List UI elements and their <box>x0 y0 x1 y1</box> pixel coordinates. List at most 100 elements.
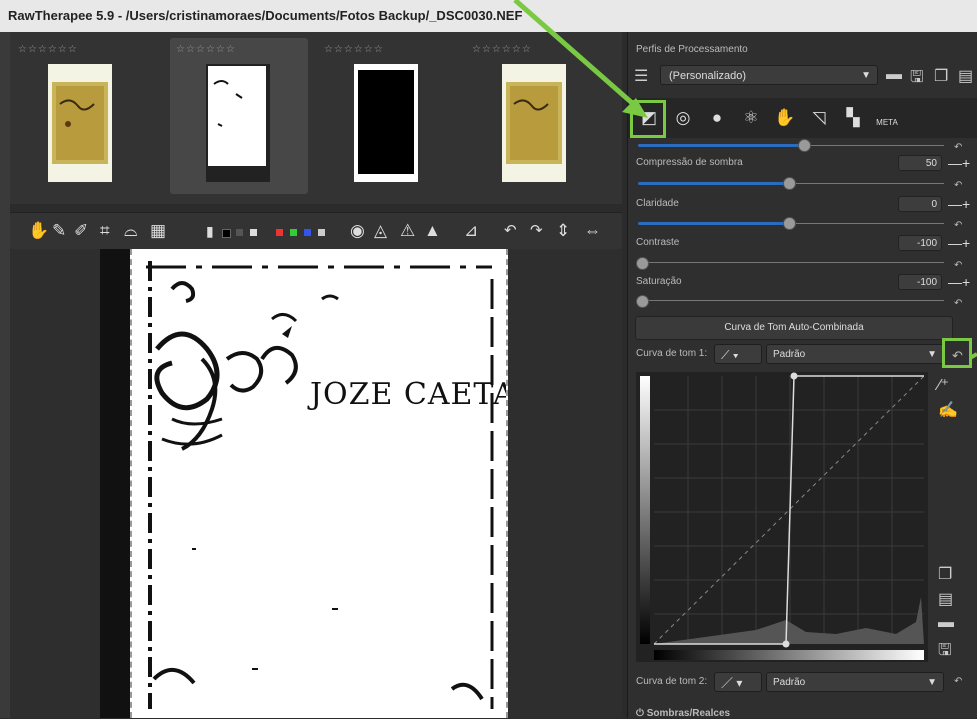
clarity-value[interactable]: 0 <box>898 196 942 212</box>
local-adjustments-tab-icon[interactable]: ✋ <box>772 106 798 130</box>
reset-icon[interactable]: ↶ <box>954 220 962 231</box>
luminosity-swatch[interactable] <box>318 229 325 236</box>
chevron-down-icon: ▼ <box>927 677 937 688</box>
chevron-down-icon: ▼ <box>861 70 871 81</box>
shadow-compression-slider[interactable] <box>638 182 788 185</box>
reset-icon[interactable]: ↶ <box>954 260 962 271</box>
slider-knob[interactable] <box>636 257 649 270</box>
edit-node-icon[interactable]: ⁄⁺ <box>938 375 949 395</box>
blue-channel-swatch[interactable] <box>304 229 311 236</box>
raw-tab-icon[interactable]: ▚ <box>840 106 866 130</box>
focus-mask-icon[interactable]: ◉ <box>350 221 365 241</box>
highlight-box-exposure-tab <box>630 100 666 138</box>
crop-icon[interactable]: ⌗ <box>100 221 110 241</box>
stepper-icon[interactable]: ―+ <box>948 274 970 290</box>
contrast-value[interactable]: -100 <box>898 235 942 251</box>
background-white-swatch[interactable] <box>250 229 257 236</box>
paste-curve-icon[interactable]: ▤ <box>938 589 953 609</box>
stepper-icon[interactable]: ―+ <box>948 196 970 212</box>
curve2-mode-select[interactable]: ／ ▾ <box>714 672 762 692</box>
slider-rest <box>804 145 944 146</box>
rating-stars[interactable]: ☆☆☆☆☆☆ <box>472 44 532 55</box>
viewer-side-area <box>100 249 130 718</box>
slider-rest <box>788 223 944 224</box>
stepper-icon[interactable]: ―+ <box>948 155 970 171</box>
slider-label: Claridade <box>636 198 679 209</box>
clarity-slider[interactable] <box>638 222 788 225</box>
image-viewer[interactable]: JOZE CAETANO <box>10 249 622 718</box>
background-gray-swatch[interactable] <box>236 229 243 236</box>
thumbnail[interactable]: ☆☆☆☆☆☆ <box>318 38 456 194</box>
saturation-slider[interactable] <box>638 300 944 301</box>
flip-vertical-icon[interactable]: ⇕ <box>556 221 570 241</box>
color-picker-icon[interactable]: ✎ <box>52 221 66 241</box>
saturation-value[interactable]: -100 <box>898 274 942 290</box>
open-profile-icon[interactable]: ▬ <box>886 66 902 84</box>
curve1-type-select[interactable]: Padrão ▼ <box>766 344 944 364</box>
thumbnail-image <box>206 64 270 182</box>
slider-label: Saturação <box>636 276 682 287</box>
green-channel-swatch[interactable] <box>290 229 297 236</box>
slider-knob[interactable] <box>783 177 796 190</box>
curve1-type-value: Padrão <box>773 349 806 360</box>
shadows-highlights-section[interactable]: ⏻ Sombras/Realces <box>636 708 730 719</box>
advanced-tab-icon[interactable]: ⚛ <box>738 106 764 130</box>
highlight-clipping-warning-icon[interactable]: ▲ <box>424 221 441 241</box>
rating-stars[interactable]: ☆☆☆☆☆☆ <box>18 44 78 55</box>
straighten-icon[interactable]: ⌓ <box>124 221 137 241</box>
copy-profile-icon[interactable]: ❐ <box>934 66 948 86</box>
rotate-right-icon[interactable]: ↷ <box>530 221 543 241</box>
save-curve-icon[interactable]: 🖫 <box>938 639 952 666</box>
copy-curve-icon[interactable]: ❐ <box>938 564 952 584</box>
perspective-icon[interactable]: ▦ <box>150 221 166 241</box>
slider-knob[interactable] <box>636 295 649 308</box>
curve2-label: Curva de tom 2: <box>636 676 708 687</box>
thumbnail[interactable]: ☆☆☆☆☆☆ <box>466 38 604 194</box>
tone-curve-editor[interactable] <box>636 372 928 662</box>
thumbnail-image <box>502 64 566 182</box>
rating-stars[interactable]: ☆☆☆☆☆☆ <box>324 44 384 55</box>
stepper-icon[interactable]: ―+ <box>948 235 970 251</box>
chevron-down-icon: ▼ <box>927 349 937 360</box>
processing-profile-select[interactable]: (Personalizado) ▼ <box>660 65 878 85</box>
filmstrip: ☆☆☆☆☆☆ ☆☆☆☆☆☆ ☆☆☆☆☆☆ ☆☆☆☆☆☆ <box>10 32 622 233</box>
detail-tab-icon[interactable]: ◎ <box>670 106 696 130</box>
before-after-icon[interactable]: ⊿ <box>464 221 478 241</box>
save-profile-icon[interactable]: 🖫 <box>910 66 924 93</box>
hand-tool-icon[interactable]: ✋ <box>28 221 49 241</box>
flip-horizontal-icon[interactable]: ⇔ <box>584 221 601 241</box>
thumbnail-image <box>48 64 112 182</box>
reset-icon[interactable]: ↶ <box>954 142 962 153</box>
slider-track[interactable] <box>638 144 804 147</box>
color-tab-icon[interactable]: ● <box>704 106 730 130</box>
rotate-left-icon[interactable]: ↶ <box>504 221 517 241</box>
metadata-tab-icon[interactable]: META <box>874 106 900 130</box>
shadows-highlights-label: Sombras/Realces <box>646 708 731 719</box>
reset-icon[interactable]: ↶ <box>954 676 962 687</box>
white-balance-picker-icon[interactable]: ✐ <box>74 221 88 241</box>
auto-matched-curve-button[interactable]: Curva de Tom Auto-Combinada <box>635 316 953 340</box>
rating-stars[interactable]: ☆☆☆☆☆☆ <box>176 44 236 55</box>
load-curve-icon[interactable]: ▬ <box>938 614 954 632</box>
clipping-indicator-icon[interactable]: ◬ <box>374 221 387 241</box>
curve2-type-select[interactable]: Padrão ▼ <box>766 672 944 692</box>
thumbnail-selected[interactable]: ☆☆☆☆☆☆ <box>170 38 308 194</box>
thumbnail[interactable]: ☆☆☆☆☆☆ <box>12 38 150 194</box>
curve1-mode-select[interactable]: ⟋ ▾ <box>714 344 762 364</box>
preview-background-icon[interactable]: ▮ <box>206 221 214 241</box>
red-channel-swatch[interactable] <box>276 229 283 236</box>
pick-curve-point-icon[interactable]: ✍ <box>938 400 958 420</box>
reset-icon[interactable]: ↶ <box>954 180 962 191</box>
reset-icon[interactable]: ↶ <box>954 298 962 309</box>
shadow-compression-value[interactable]: 50 <box>898 155 942 171</box>
slider-knob[interactable] <box>783 217 796 230</box>
shadow-clipping-warning-icon[interactable]: ⚠ <box>400 221 415 241</box>
transform-tab-icon[interactable]: ◹ <box>806 106 832 130</box>
slider-label: Compressão de sombra <box>636 157 743 168</box>
tool-tabs: ◩ ◎ ● ⚛ ✋ ◹ ▚ META <box>628 98 977 138</box>
contrast-slider[interactable] <box>638 262 944 263</box>
paste-profile-icon[interactable]: ▤ <box>958 66 973 86</box>
background-black-swatch[interactable] <box>222 229 231 238</box>
profile-list-icon[interactable]: ☰ <box>634 66 648 86</box>
slider-knob[interactable] <box>798 139 811 152</box>
